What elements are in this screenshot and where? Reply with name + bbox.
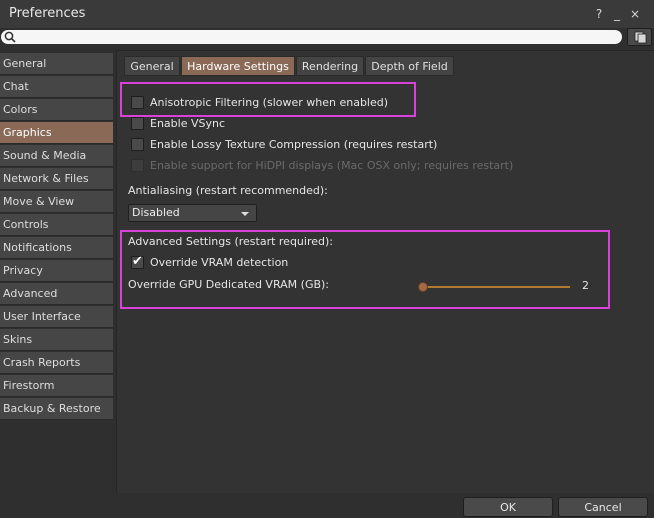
sidebar-item-privacy[interactable]: Privacy [0,260,113,282]
copy-settings-button[interactable] [627,28,652,46]
search-input[interactable] [19,30,609,44]
tab-depth-of-field[interactable]: Depth of Field [365,56,454,76]
hidpi-label: Enable support for HiDPI displays (Mac O… [150,159,514,172]
anisotropic-filtering-checkbox[interactable] [131,96,144,109]
close-icon[interactable]: × [628,6,642,22]
sidebar-item-advanced[interactable]: Advanced [0,283,113,305]
ok-button[interactable]: OK [463,497,553,517]
help-icon[interactable]: ? [592,6,606,22]
tab-general[interactable]: General [124,56,180,76]
sidebar-item-graphics[interactable]: Graphics [0,122,113,144]
override-vram-checkbox[interactable]: ✔ [131,254,144,269]
lossy-texture-label: Enable Lossy Texture Compression (requir… [150,138,438,151]
gpu-vram-value: 2 [582,279,589,292]
sidebar-item-general[interactable]: General [0,53,113,75]
sidebar-item-user-interface[interactable]: User Interface [0,306,113,328]
vsync-label: Enable VSync [150,117,226,130]
window-title: Preferences [9,6,86,21]
sidebar-item-crash-reports[interactable]: Crash Reports [0,352,113,374]
sidebar-item-chat[interactable]: Chat [0,76,113,98]
chevron-down-icon [241,212,249,216]
tab-hardware-settings[interactable]: Hardware Settings [181,56,295,76]
hidpi-checkbox [131,159,144,172]
cancel-button[interactable]: Cancel [558,497,648,517]
sidebar-item-notifications[interactable]: Notifications [0,237,113,259]
sidebar-item-move-view[interactable]: Move & View [0,191,113,213]
lossy-texture-checkbox[interactable] [131,138,144,151]
antialiasing-dropdown[interactable]: Disabled [128,204,257,222]
sidebar-item-sound-media[interactable]: Sound & Media [0,145,113,167]
override-vram-label: Override VRAM detection [150,256,289,269]
advanced-settings-heading: Advanced Settings (restart required): [128,235,333,248]
search-icon [4,31,16,43]
sidebar-item-backup-restore[interactable]: Backup & Restore [0,398,113,420]
gpu-vram-slider-track[interactable] [424,286,570,288]
antialiasing-label: Antialiasing (restart recommended): [128,184,328,197]
sidebar-item-network-files[interactable]: Network & Files [0,168,113,190]
sidebar-item-skins[interactable]: Skins [0,329,113,351]
sidebar-item-controls[interactable]: Controls [0,214,113,236]
copy-icon [634,31,647,44]
minimize-icon[interactable]: _ [610,6,624,22]
title-bar: Preferences ? _ × [0,0,654,28]
antialiasing-value: Disabled [132,206,180,219]
tab-rendering[interactable]: Rendering [296,56,364,76]
gpu-vram-slider-thumb[interactable] [418,282,428,292]
sidebar-item-firestorm[interactable]: Firestorm [0,375,113,397]
gpu-vram-label: Override GPU Dedicated VRAM (GB): [128,278,330,291]
sidebar-item-colors[interactable]: Colors [0,99,113,121]
checkmark-icon: ✔ [132,254,143,269]
anisotropic-filtering-label: Anisotropic Filtering (slower when enabl… [150,96,389,109]
vsync-checkbox[interactable] [131,117,144,130]
search-bar [1,30,622,44]
sidebar: General Chat Colors Graphics Sound & Med… [0,53,113,421]
